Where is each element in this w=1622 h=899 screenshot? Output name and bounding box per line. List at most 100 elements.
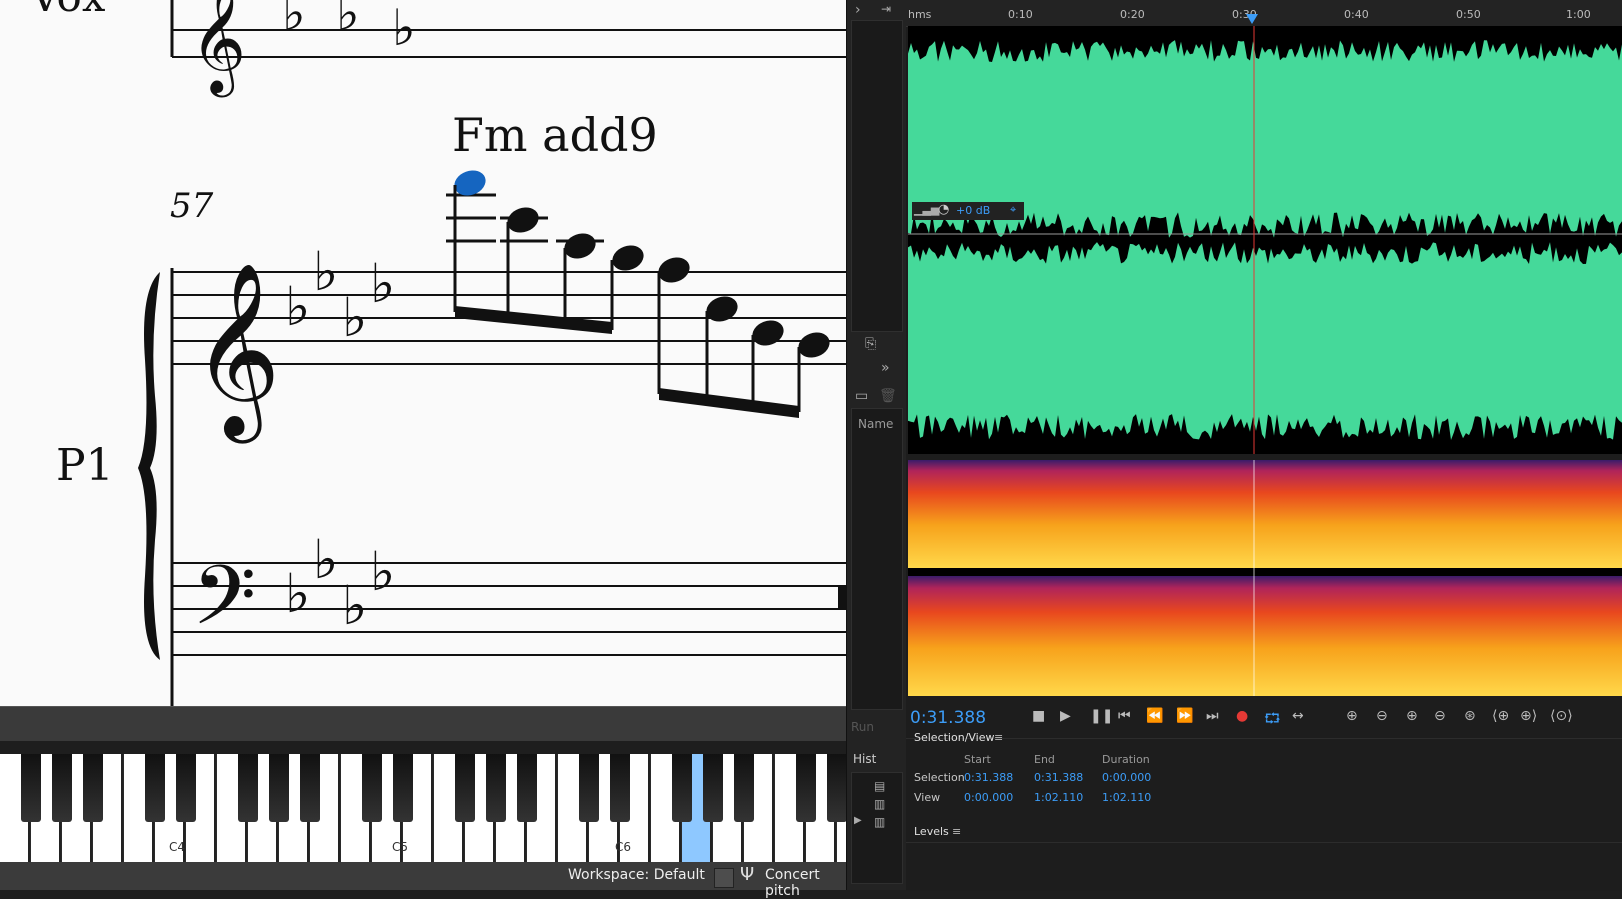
skip-start-button[interactable]: ⏮ — [1118, 708, 1131, 724]
playhead-marker[interactable] — [1246, 14, 1258, 24]
part-label: P1 — [56, 440, 114, 491]
current-time[interactable]: 0:31.388 — [910, 708, 986, 728]
ruler-tick: 0:10 — [1008, 8, 1033, 21]
view-end-value[interactable]: 1:02.110 — [1034, 791, 1083, 804]
svg-text:♭: ♭ — [342, 286, 367, 349]
zoom-selection-icon[interactable]: ⟨⊙⟩ — [1550, 708, 1573, 724]
end-header: End — [1034, 753, 1055, 766]
svg-text:♭: ♭ — [313, 240, 338, 303]
score-footer-bar — [0, 706, 846, 741]
piano-black-key[interactable] — [703, 754, 723, 822]
waveform-svg — [908, 26, 1622, 454]
svg-text:♭: ♭ — [370, 540, 395, 603]
volume-bars-icon: ▁▃▅ — [914, 203, 940, 216]
piano-black-key[interactable] — [486, 754, 506, 822]
zoom-out-amplitude-icon[interactable]: ⊖ — [1376, 708, 1388, 724]
ruler-tick: 0:50 — [1456, 8, 1481, 21]
score-canvas[interactable]: 𝄞 ♭ ♭ ♭ 𝄞 𝄢 ♭ ♭ ♭ ♭ ♭ ♭ ♭ ♭ Fm add9 57 P… — [0, 0, 846, 706]
play-button[interactable]: ▶ — [1060, 708, 1071, 724]
selection-view-title[interactable]: Selection/View — [914, 731, 995, 744]
loop-button[interactable]: ⮔ — [1264, 708, 1281, 732]
clip-controls: ▁▃▅ ◔ +0 dB ⌖ — [912, 202, 1024, 220]
levels-title[interactable]: Levels — [914, 825, 949, 838]
zoom-in-left-icon[interactable]: ⟨⊕ — [1492, 708, 1509, 724]
selection-view-panel: Selection/View ≡ Start End Duration Sele… — [906, 731, 1622, 835]
skip-selection-button[interactable]: ↔ — [1292, 708, 1304, 724]
piano-black-key[interactable] — [517, 754, 537, 822]
piano-black-key[interactable] — [176, 754, 196, 822]
zoom-in-amplitude-icon[interactable]: ⊕ — [1346, 708, 1358, 724]
piano-black-key[interactable] — [52, 754, 72, 822]
export-icon[interactable]: ⎘ — [865, 336, 876, 352]
transport-bar: 0:31.388 ■ ▶ ❚❚ ⏮ ⏪ ⏩ ⏭ ● ⮔ ↔ ⊕ ⊖ ⊕ ⊖ ⊛ … — [906, 700, 1622, 734]
piano-black-key[interactable] — [83, 754, 103, 822]
concert-pitch-checkbox[interactable] — [714, 868, 734, 888]
piano-black-key[interactable] — [238, 754, 258, 822]
selection-start-value[interactable]: 0:31.388 — [964, 771, 1013, 784]
piano-black-key[interactable] — [145, 754, 165, 822]
zoom-full-icon[interactable]: ⊛ — [1464, 708, 1476, 724]
piano-black-key[interactable] — [393, 754, 413, 822]
piano-black-key[interactable] — [362, 754, 382, 822]
view-start-value[interactable]: 0:00.000 — [964, 791, 1013, 804]
piano-black-key[interactable] — [579, 754, 599, 822]
zoom-in-right-icon[interactable]: ⊕⟩ — [1520, 708, 1537, 724]
time-ruler[interactable]: hms 0:10 0:20 0:30 0:40 0:50 1:00 — [906, 0, 1622, 27]
fast-forward-button[interactable]: ⏩ — [1176, 708, 1193, 724]
treble-clef-top: 𝄞 — [190, 0, 246, 98]
gain-value[interactable]: +0 dB — [956, 204, 990, 217]
key-signature-bass: ♭♭♭♭ — [285, 528, 395, 637]
record-button[interactable]: ● — [1236, 708, 1248, 724]
workspace-selector[interactable]: Workspace: Default — [568, 867, 705, 883]
waveform-display[interactable]: ▁▃▅ ◔ +0 dB ⌖ — [908, 26, 1622, 454]
skip-end-button[interactable]: ⏭ — [1206, 708, 1219, 724]
history-delete-icon[interactable]: ▥ — [874, 797, 885, 811]
piano-black-key[interactable] — [734, 754, 754, 822]
spectral-display[interactable] — [908, 460, 1622, 696]
svg-text:♭: ♭ — [370, 252, 395, 315]
concert-pitch-label[interactable]: Concert pitch — [765, 867, 846, 899]
files-panel: Name — [851, 408, 903, 710]
history-tab[interactable]: Hist — [853, 752, 876, 766]
piano-black-key[interactable] — [827, 754, 846, 822]
piano-black-key[interactable] — [796, 754, 816, 822]
expand-panel-icon[interactable]: ⇥ — [881, 2, 891, 16]
chord-symbol[interactable]: Fm add9 — [452, 108, 658, 162]
run-button[interactable]: Run — [851, 720, 874, 734]
stop-button[interactable]: ■ — [1032, 708, 1045, 724]
double-chevron-icon[interactable]: » — [881, 360, 890, 376]
side-panels: › ⇥ ⎘ » ▭ 🗑 Name Run Hist ▤ ▥ ▶ ▥ — [846, 0, 907, 890]
play-history-icon[interactable]: ▶ — [854, 815, 862, 826]
piano-black-key[interactable] — [610, 754, 630, 822]
levels-menu-icon[interactable]: ≡ — [952, 825, 961, 838]
rewind-button[interactable]: ⏪ — [1146, 708, 1163, 724]
name-column-header[interactable]: Name — [858, 417, 893, 431]
svg-text:♭: ♭ — [392, 0, 416, 57]
piano-black-key[interactable] — [455, 754, 475, 822]
open-folder-icon[interactable]: ▭ — [855, 388, 868, 404]
trash-icon[interactable]: 🗑 — [879, 388, 897, 404]
collapse-arrow-icon[interactable]: › — [855, 2, 861, 18]
selection-end-value[interactable]: 0:31.388 — [1034, 771, 1083, 784]
selection-duration-value[interactable]: 0:00.000 — [1102, 771, 1151, 784]
pause-button[interactable]: ❚❚ — [1090, 708, 1113, 724]
view-duration-value[interactable]: 1:02.110 — [1102, 791, 1151, 804]
tuning-fork-icon: Ψ — [740, 864, 755, 885]
piano-black-key[interactable] — [300, 754, 320, 822]
piano-black-key[interactable] — [269, 754, 289, 822]
piano-black-key[interactable] — [672, 754, 692, 822]
zoom-in-time-icon[interactable]: ⊕ — [1406, 708, 1418, 724]
measure-number: 57 — [170, 186, 214, 226]
piano-black-key[interactable] — [21, 754, 41, 822]
history-doc-icon[interactable]: ▤ — [874, 779, 885, 793]
vox-part-label: Vox — [30, 0, 105, 21]
zoom-out-time-icon[interactable]: ⊖ — [1434, 708, 1446, 724]
gain-knob-icon[interactable]: ◔ — [938, 202, 949, 217]
piano-keyboard[interactable]: C4 C5 C6 — [0, 754, 846, 862]
history-trash-icon[interactable]: ▥ — [874, 815, 885, 829]
pin-icon[interactable]: ⌖ — [1010, 203, 1016, 217]
hamburger-menu-icon[interactable]: ≡ — [994, 731, 1003, 744]
ruler-tick: 1:00 — [1566, 8, 1591, 21]
treble-clef: 𝄞 — [192, 262, 281, 444]
status-bar: Workspace: Default Ψ Concert pitch — [0, 862, 846, 899]
